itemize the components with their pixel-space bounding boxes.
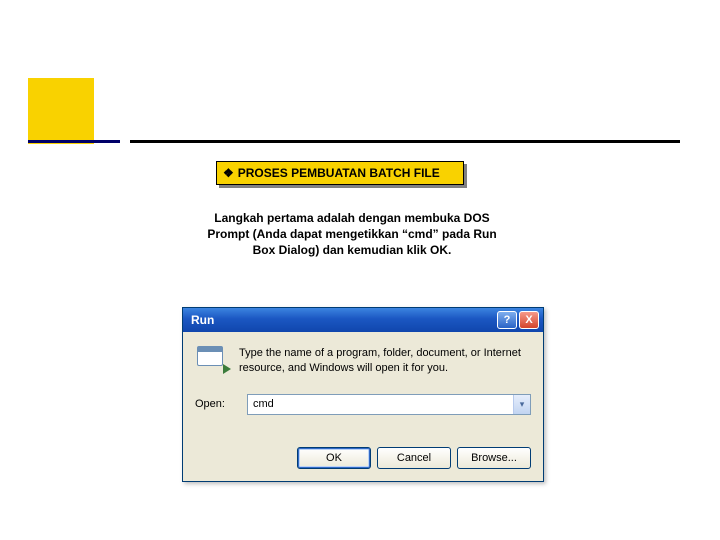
run-hint-text: Type the name of a program, folder, docu… [239,344,531,376]
help-button[interactable]: ? [497,311,517,329]
slide-rule-main [130,140,680,143]
chevron-down-icon: ▾ [520,399,525,410]
close-icon: X [525,314,532,326]
open-combobox[interactable]: cmd ▾ [247,394,531,415]
help-icon: ? [504,314,511,326]
run-program-icon [195,344,229,372]
section-banner: ❖ PROSES PEMBUATAN BATCH FILE [216,161,464,185]
ok-button[interactable]: OK [297,447,371,469]
bullet-icon: ❖ [223,166,234,180]
run-dialog-title: Run [191,313,214,327]
dropdown-button[interactable]: ▾ [513,395,530,414]
run-dialog: Run ? X Type the name of a program, fold… [182,307,544,482]
slide-rule-accent [28,140,120,143]
close-button[interactable]: X [519,311,539,329]
open-label: Open: [195,398,237,410]
step-description: Langkah pertama adalah dengan membuka DO… [197,210,507,259]
banner-title: PROSES PEMBUATAN BATCH FILE [238,166,440,180]
browse-button[interactable]: Browse... [457,447,531,469]
run-dialog-titlebar[interactable]: Run ? X [183,308,543,332]
open-value: cmd [248,398,513,410]
cancel-button[interactable]: Cancel [377,447,451,469]
slide-logo-square [28,78,94,144]
